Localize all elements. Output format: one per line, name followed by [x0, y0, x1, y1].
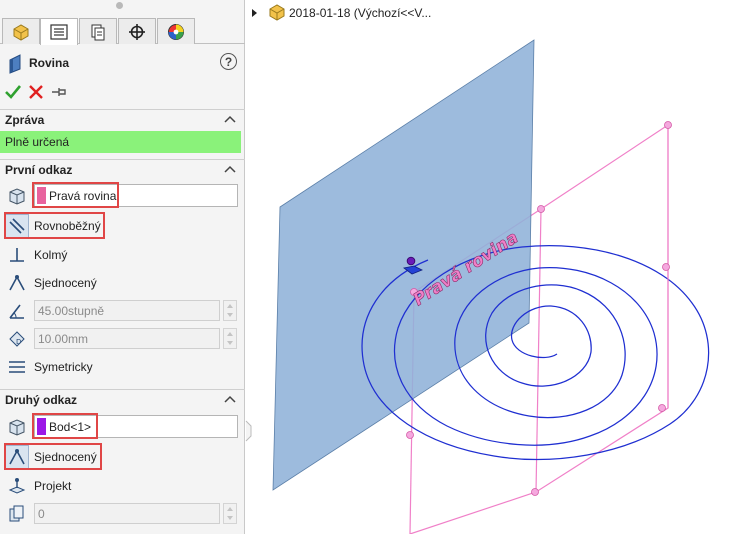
distance-value: 10.00mm: [38, 332, 89, 346]
face-select-icon: [5, 184, 29, 208]
distance-spinner[interactable]: [223, 328, 237, 349]
action-buttons: [4, 83, 104, 103]
tab-configuration-manager[interactable]: [79, 18, 117, 44]
plane-icon: [9, 54, 21, 74]
status-message: Plně určená: [0, 131, 241, 153]
count-value: 0: [38, 507, 45, 521]
second-reference-header[interactable]: Druhý odkaz: [0, 389, 245, 409]
symmetric-icon[interactable]: [5, 355, 29, 379]
chevron-up-icon[interactable]: [224, 394, 236, 404]
tab-dimxpert-manager[interactable]: [118, 18, 156, 44]
first-reference-header[interactable]: První odkaz: [0, 159, 245, 179]
section-label: První odkaz: [5, 163, 73, 177]
coincident-icon[interactable]: [5, 271, 29, 295]
option-label: Kolmý: [34, 248, 68, 262]
chevron-up-icon[interactable]: [224, 164, 236, 174]
panel-grip-handle[interactable]: [116, 2, 123, 9]
project-icon[interactable]: [5, 474, 29, 498]
property-manager-panel: Rovina ? Zpráva Plně určená První odkaz …: [0, 0, 245, 534]
part-icon: [269, 4, 285, 21]
highlight-frame: [4, 443, 102, 470]
feature-tree-item[interactable]: 2018-01-18 (Výchozí<<V...: [252, 4, 552, 22]
ok-icon[interactable]: [4, 83, 22, 101]
property-manager-icon: [50, 24, 68, 40]
distance-icon[interactable]: D: [5, 327, 29, 351]
display-manager-icon: [168, 23, 184, 40]
highlight-frame: [32, 182, 119, 208]
count-spinner[interactable]: [223, 503, 237, 524]
feature-title-row: Rovina ?: [0, 50, 245, 76]
section-label: Druhý odkaz: [5, 393, 78, 407]
chevron-up-icon[interactable]: [224, 114, 236, 124]
option-project[interactable]: Projekt: [0, 473, 245, 499]
message-section-header[interactable]: Zpráva: [0, 109, 245, 129]
part-icon: [13, 23, 29, 41]
option-coincident[interactable]: Sjednocený: [0, 270, 245, 296]
angle-value: 45.00stupně: [38, 304, 105, 318]
svg-text:D: D: [16, 338, 21, 346]
status-message-text: Plně určená: [5, 135, 70, 149]
option-label: Projekt: [34, 479, 72, 493]
cancel-icon[interactable]: [27, 83, 45, 101]
section-label: Zpráva: [5, 113, 45, 127]
manager-tabs: [0, 16, 245, 45]
configuration-manager-icon: [91, 24, 105, 40]
perpendicular-icon[interactable]: [5, 243, 29, 267]
part-name: 2018-01-18 (Výchozí<<V...: [289, 6, 432, 20]
right-plane-surface[interactable]: [272, 39, 535, 491]
option-label: Sjednocený: [34, 276, 97, 290]
distance-input[interactable]: 10.00mm: [34, 328, 220, 349]
tab-display-manager[interactable]: [157, 18, 195, 44]
face-select-icon: [5, 415, 29, 439]
model-scene[interactable]: Pravá rovina: [246, 0, 750, 534]
tab-property-manager[interactable]: [40, 18, 78, 45]
tab-feature-manager[interactable]: [2, 18, 40, 44]
distance-row: D 10.00mm: [0, 326, 245, 352]
option-label: Symetricky: [34, 360, 93, 374]
highlight-frame: [4, 212, 105, 239]
pin-icon[interactable]: [50, 83, 68, 101]
angle-icon[interactable]: [5, 299, 29, 323]
angle-row: 45.00stupně: [0, 298, 245, 324]
angle-input[interactable]: 45.00stupně: [34, 300, 220, 321]
page-title: Rovina: [29, 56, 70, 70]
count-input[interactable]: 0: [34, 503, 220, 524]
count-row: 0: [0, 501, 245, 527]
instance-count-icon[interactable]: [5, 502, 29, 526]
option-symmetric[interactable]: Symetricky: [0, 354, 245, 380]
angle-spinner[interactable]: [223, 300, 237, 321]
help-icon[interactable]: ?: [220, 53, 237, 70]
highlight-frame: [32, 413, 98, 439]
dimxpert-icon: [129, 23, 145, 40]
graphics-area[interactable]: Pravá rovina 2018-01-18 (Výchozí<<V...: [246, 0, 750, 534]
option-perpendicular[interactable]: Kolmý: [0, 242, 245, 268]
expand-arrow-icon[interactable]: [252, 9, 257, 17]
